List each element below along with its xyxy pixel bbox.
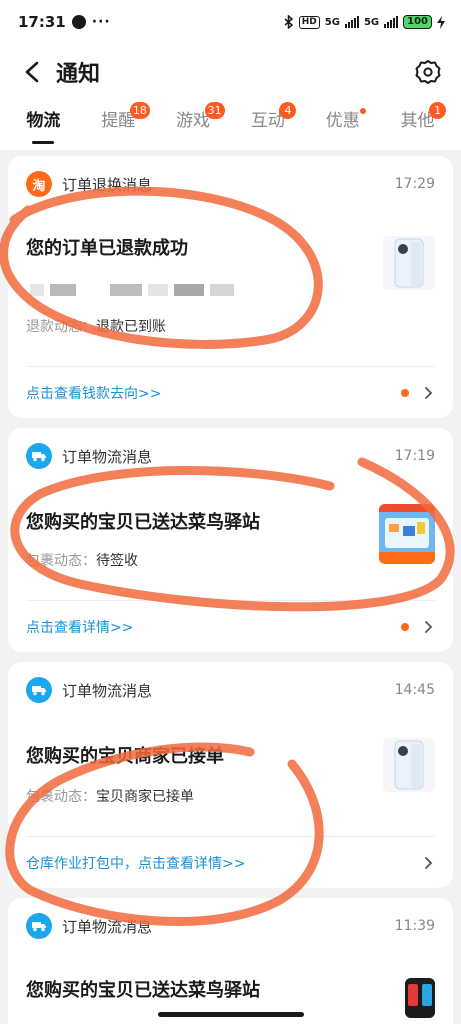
category-tabs: 物流 提醒 18 游戏 31 互动 4 优惠 其他 1 xyxy=(0,100,461,150)
card-title: 您购买的宝贝已送达菜鸟驿站 xyxy=(26,512,260,533)
card-category: 订单物流消息 xyxy=(62,447,153,466)
chevron-right-icon[interactable] xyxy=(421,620,435,634)
unread-badge: 1 xyxy=(429,102,447,119)
chevron-right-icon[interactable] xyxy=(421,386,435,400)
unread-badge: 18 xyxy=(129,102,150,119)
card-title: 您的订单已退款成功 xyxy=(26,238,188,259)
product-thumbnail[interactable] xyxy=(405,978,435,1018)
package-status-value: 宝贝商家已接单 xyxy=(96,789,194,805)
card-time: 11:39 xyxy=(394,918,435,934)
back-icon[interactable] xyxy=(18,58,46,86)
package-status-line: 包裹动态：待签收 xyxy=(26,550,138,570)
card-category: 订单物流消息 xyxy=(62,917,153,936)
package-status-label: 包裹动态： xyxy=(26,789,96,805)
tab-label: 优惠 xyxy=(325,111,360,131)
unread-badge: 4 xyxy=(279,102,297,119)
bluetooth-icon xyxy=(284,15,293,29)
truck-icon xyxy=(26,677,52,703)
card-category: 订单退换消息 xyxy=(62,175,153,194)
package-status-value: 待签收 xyxy=(96,553,138,569)
home-indicator[interactable] xyxy=(158,1012,304,1017)
tab-label: 物流 xyxy=(26,111,61,131)
refund-details-link[interactable]: 点击查看钱款去向>> xyxy=(26,383,401,403)
refund-status-line: 退款动态：退款已到账 xyxy=(26,316,166,336)
status-more-icon: ··· xyxy=(91,14,111,30)
signal-icon xyxy=(344,16,359,28)
status-bar: 17:31 ··· HD 5G 5G 100 xyxy=(0,0,461,44)
gear-icon[interactable] xyxy=(413,57,443,87)
tab-others[interactable]: 其他 1 xyxy=(380,100,455,150)
tab-games[interactable]: 游戏 31 xyxy=(156,100,231,150)
network-type-2: 5G xyxy=(363,16,380,28)
unread-badge: 31 xyxy=(204,102,225,119)
notification-card-delivered[interactable]: 订单物流消息 17:19 您购买的宝贝已送达菜鸟驿站 包裹动态：待签收 点击查看… xyxy=(8,428,453,652)
delivery-details-link[interactable]: 点击查看详情>> xyxy=(26,617,401,637)
package-status-label: 包裹动态： xyxy=(26,553,96,569)
card-title: 您购买的宝贝已送达菜鸟驿站 xyxy=(26,980,260,1001)
refund-status-value: 退款已到账 xyxy=(96,319,166,335)
taobao-icon: 淘 xyxy=(26,171,52,197)
card-time: 17:29 xyxy=(394,176,435,192)
signal-icon-2 xyxy=(384,16,399,28)
notification-dot-icon xyxy=(71,15,86,29)
packing-details-link[interactable]: 仓库作业打包中，点击查看详情>> xyxy=(26,853,421,873)
notification-card-accepted[interactable]: 订单物流消息 14:45 您购买的宝贝商家已接单 包裹动态：宝贝商家已接单 仓库… xyxy=(8,662,453,888)
battery-icon: 100 xyxy=(403,15,432,29)
redacted-text xyxy=(30,282,234,298)
product-thumbnail[interactable] xyxy=(383,738,435,792)
hd-icon: HD xyxy=(298,15,320,29)
product-thumbnail[interactable] xyxy=(379,504,435,564)
refund-status-label: 退款动态： xyxy=(26,319,96,335)
chevron-right-icon[interactable] xyxy=(421,856,435,870)
tab-interactions[interactable]: 互动 4 xyxy=(230,100,305,150)
charging-icon xyxy=(437,15,445,29)
status-time: 17:31 xyxy=(18,13,66,31)
unread-dot xyxy=(360,108,367,114)
network-type-1: 5G xyxy=(324,16,340,28)
tab-logistics[interactable]: 物流 xyxy=(6,100,81,150)
card-title: 您购买的宝贝商家已接单 xyxy=(26,746,224,767)
package-status-line: 包裹动态：宝贝商家已接单 xyxy=(26,786,194,806)
card-category: 订单物流消息 xyxy=(62,681,153,700)
page-title: 通知 xyxy=(56,62,101,87)
product-thumbnail[interactable] xyxy=(383,236,435,290)
header: 通知 xyxy=(0,44,461,100)
card-time: 17:19 xyxy=(394,448,435,464)
truck-icon xyxy=(26,913,52,939)
unread-dot xyxy=(401,388,409,397)
notification-card-refund[interactable]: 淘 订单退换消息 17:29 您的订单已退款成功 退款动态：退款已到账 点击查看… xyxy=(8,156,453,418)
notification-card-delivered-2[interactable]: 订单物流消息 11:39 您购买的宝贝已送达菜鸟驿站 xyxy=(8,898,453,1024)
tab-reminders[interactable]: 提醒 18 xyxy=(81,100,156,150)
tab-offers[interactable]: 优惠 xyxy=(305,100,380,150)
truck-icon xyxy=(26,443,52,469)
card-time: 14:45 xyxy=(394,682,435,698)
unread-dot xyxy=(401,622,409,631)
